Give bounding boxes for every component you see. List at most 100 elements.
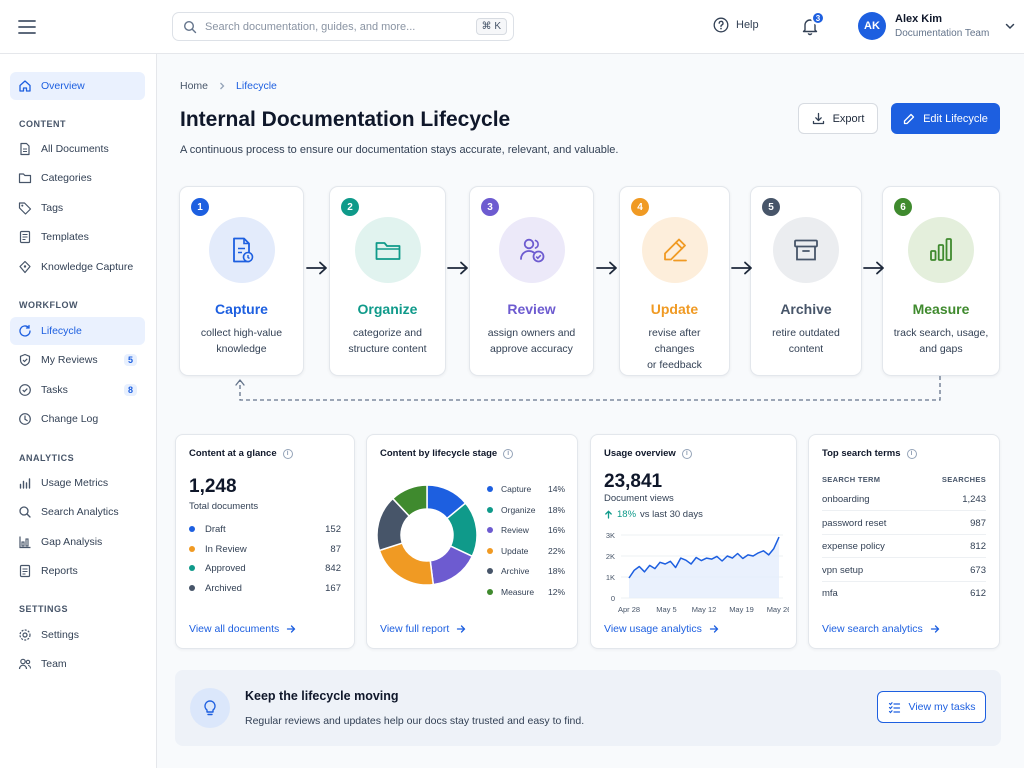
sidebar-item-settings[interactable]: Settings [10,621,145,649]
table-row[interactable]: onboarding 1,243 [822,488,986,511]
bar-chart-icon [18,476,32,490]
stage-number: 1 [191,198,209,216]
user-menu[interactable]: AK Alex Kim Documentation Team [858,12,1016,40]
y-tick-label: 0 [611,594,615,603]
sidebar-item-templates[interactable]: Templates [10,223,145,251]
sidebar-item-label: Reports [41,565,78,577]
main-content: Home Lifecycle Internal Documentation Li… [157,54,1024,768]
section-workflow: WORKFLOW [19,300,78,310]
stage-icon-circle [641,217,708,283]
help-icon [713,17,729,33]
card-title: Usage overview [604,448,676,459]
info-icon[interactable]: i [503,448,514,459]
folder-icon [18,171,32,185]
search-input[interactable]: Search documentation, guides, and more..… [172,12,514,41]
legend-value: 14% [547,484,565,494]
x-tick-label: May 19 [729,605,754,614]
stage-update[interactable]: 4 Update revise after changes or feedback [619,186,730,376]
top-bar: Search documentation, guides, and more..… [0,0,1024,54]
info-icon[interactable]: i [906,448,917,459]
legend-item-review: Review 16% [487,524,565,536]
stage-description: collect high-value knowledge [200,327,283,355]
stage-icon-circle [498,217,565,283]
sidebar-item-label: Tasks [41,384,68,396]
cycle-icon [18,324,32,338]
info-icon[interactable]: i [282,448,293,459]
legend-label: Archive [501,566,530,576]
stage-name: Measure [912,301,970,317]
view-usage-analytics-link[interactable]: View usage analytics [604,623,719,635]
document-views-value: 23,841 [604,471,663,492]
lightbulb-icon [18,260,32,274]
view-all-documents-link[interactable]: View all documents [189,623,296,635]
card-title: Top search terms [822,448,901,459]
breadcrumb-home[interactable]: Home [180,80,208,92]
view-full-report-link[interactable]: View full report [380,623,466,635]
table-row[interactable]: password reset 987 [822,512,986,535]
stage-description: track search, usage, and gaps [893,327,989,355]
stage-icon-circle [773,217,839,283]
stage-review[interactable]: 3 Review assign owners and approve accura… [469,186,594,376]
search-icon [18,505,32,519]
sidebar-item-reports[interactable]: Reports [10,557,145,585]
sidebar-item-knowledge-capture[interactable]: Knowledge Capture [10,253,145,281]
total-documents-value: 1,248 [189,476,237,497]
stage-organize[interactable]: 2 Organize categorize and structure conte… [329,186,446,376]
info-icon[interactable]: i [681,448,692,459]
donut-chart [376,484,478,586]
view-search-analytics-link[interactable]: View search analytics [822,623,940,635]
sidebar-item-categories[interactable]: Categories [10,164,145,192]
legend-item-archive: Archive 18% [487,565,565,577]
sidebar-item-my-reviews[interactable]: My Reviews 5 [10,346,145,374]
section-content: CONTENT [19,119,66,129]
arrow-up-icon [604,510,613,519]
sidebar-item-overview[interactable]: Overview [10,72,145,100]
arrow-right-icon [446,260,470,276]
view-my-tasks-button[interactable]: View my tasks [877,691,986,723]
sidebar-item-label: Usage Metrics [41,477,109,489]
arrow-right-icon [595,260,619,276]
help-button[interactable]: Help [713,17,759,33]
arrow-right-icon [862,260,886,276]
legend-dot [487,588,493,595]
sidebar-item-lifecycle[interactable]: Lifecycle [10,317,145,345]
status-row-draft: Draft 152 [189,522,341,536]
change-label: vs last 30 days [640,509,703,520]
x-tick-label: May 26 [767,605,789,614]
search-terms-card: Top search terms i SEARCH TERM SEARCHES on… [808,434,1000,649]
edit-lifecycle-button[interactable]: Edit Lifecycle [891,103,1000,134]
sidebar-item-gap-analysis[interactable]: Gap Analysis [10,528,145,556]
user-role: Documentation Team [895,28,990,39]
sidebar-item-tasks[interactable]: Tasks 8 [10,376,145,404]
sidebar-item-change-log[interactable]: Change Log [10,405,145,433]
menu-icon[interactable] [16,16,38,38]
table-row[interactable]: vpn setup 673 [822,559,986,582]
stage-name: Archive [780,301,832,317]
table-row[interactable]: expense policy 812 [822,535,986,558]
stage-capture[interactable]: 1 Capture collect high-value knowledge [179,186,304,376]
legend-value: 22% [547,545,565,556]
legend-value: 18% [547,504,565,515]
sidebar-item-label: Lifecycle [41,325,82,337]
status-dot [189,565,195,571]
y-tick-label: 3K [606,531,615,540]
stage-archive[interactable]: 5 Archive retire outdated content [750,186,862,376]
document-views-label: Document views [604,493,674,504]
arrow-right-icon [456,624,466,634]
export-button[interactable]: Export [798,103,878,134]
legend-dot [487,486,493,492]
stage-measure[interactable]: 6 Measure track search, usage, and gaps [882,186,1000,376]
sidebar-item-tags[interactable]: Tags [10,194,145,222]
arrow-right-icon [305,260,329,276]
donut-slice-update[interactable] [378,542,435,586]
sidebar-item-team[interactable]: Team [10,650,145,678]
sidebar-item-search-analytics[interactable]: Search Analytics [10,498,145,526]
table-row[interactable]: mfa 612 [822,582,986,605]
stage-name: Capture [215,301,268,317]
stage-description: retire outdated content [772,327,840,355]
sidebar-item-all-documents[interactable]: All Documents [10,135,145,163]
legend-item-organize: Organize 18% [487,504,565,516]
x-tick-label: May 5 [656,605,676,614]
section-settings: SETTINGS [19,604,69,614]
sidebar-item-usage-metrics[interactable]: Usage Metrics [10,469,145,497]
